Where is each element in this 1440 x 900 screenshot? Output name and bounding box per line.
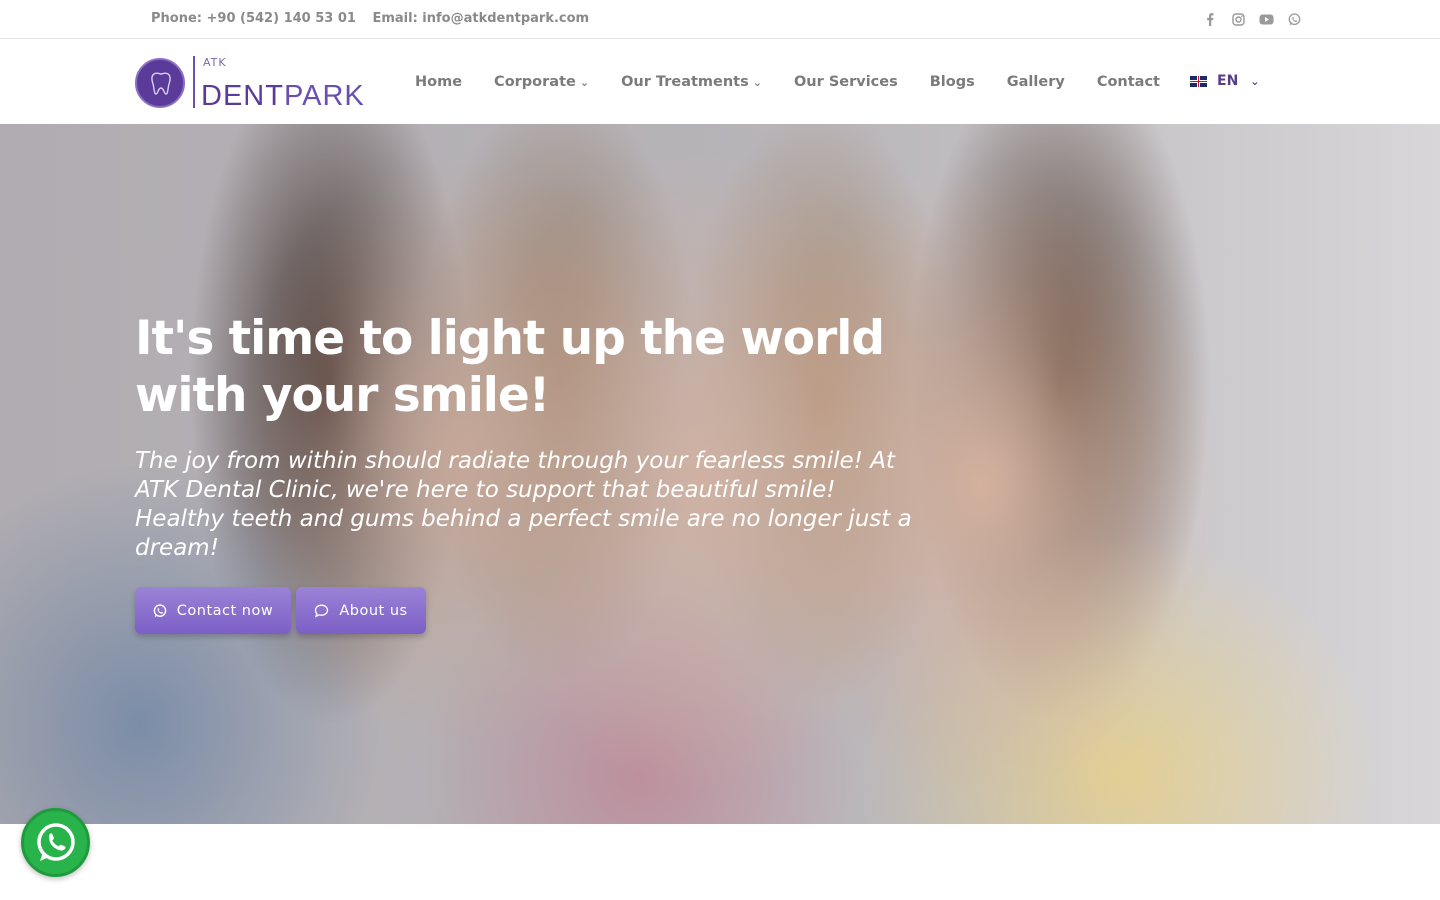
hero-title-line2: with your smile! (135, 368, 550, 423)
whatsapp-icon (36, 822, 75, 861)
hero-lead-text: The joy from within should radiate throu… (135, 448, 912, 561)
site-logo[interactable]: ATK DENTPARK (135, 56, 364, 112)
whatsapp-icon (153, 603, 167, 618)
about-us-label: About us (339, 602, 408, 619)
social-links (1200, 10, 1312, 28)
whatsapp-icon[interactable] (1284, 10, 1304, 28)
nav-blogs[interactable]: Blogs (930, 74, 975, 90)
about-us-button[interactable]: About us (296, 587, 426, 634)
logo-divider (193, 56, 195, 108)
contact-now-label: Contact now (176, 602, 274, 619)
chevron-down-icon: ⌄ (579, 75, 590, 89)
logo-atk-text: ATK (203, 56, 227, 69)
facebook-icon[interactable] (1200, 10, 1220, 28)
phone-link[interactable]: Phone: +90 (542) 140 53 01 (151, 11, 356, 26)
nav-contact[interactable]: Contact (1097, 74, 1160, 90)
email-link[interactable]: Email: info@atkdentpark.com (372, 11, 589, 26)
language-code: EN (1217, 73, 1239, 89)
nav-our-treatments[interactable]: Our Treatments ⌄ (621, 74, 762, 90)
main-nav: Home Corporate ⌄ Our Treatments ⌄ Our Serv… (415, 72, 1192, 92)
nav-label: Our Services (793, 74, 898, 90)
nav-corporate[interactable]: Corporate ⌄ (494, 74, 589, 90)
site-header: ATK DENTPARK Home Corporate ⌄ Our Treatme… (0, 39, 1440, 124)
nav-label: Home (415, 74, 463, 90)
nav-label: Our Treatments (621, 74, 749, 90)
hero-title-line1: It's time to light up the world (135, 311, 885, 366)
floating-whatsapp-button[interactable] (21, 808, 90, 877)
chat-bubble-icon (314, 604, 329, 618)
chevron-down-icon: ⌄ (1250, 74, 1260, 88)
logo-wordmark: DENTPARK (201, 80, 365, 113)
tooth-logo-icon (135, 58, 185, 108)
chevron-down-icon: ⌄ (752, 75, 762, 89)
top-bar: Phone: +90 (542) 140 53 01 Email: info@a… (0, 0, 1440, 39)
logo-park: PARK (283, 80, 365, 112)
nav-our-services[interactable]: Our Services (794, 74, 898, 90)
instagram-icon[interactable] (1228, 10, 1248, 28)
logo-dent: DENT (201, 80, 284, 112)
nav-label: Gallery (1006, 74, 1065, 90)
nav-gallery[interactable]: Gallery (1007, 74, 1065, 90)
nav-home[interactable]: Home (415, 74, 462, 90)
nav-label: Corporate (494, 74, 576, 90)
nav-label: Blogs (929, 74, 975, 90)
hero-title: It's time to light up the world with you… (135, 310, 895, 424)
nav-label: Contact (1096, 74, 1160, 90)
youtube-icon[interactable] (1256, 10, 1276, 28)
language-selector[interactable]: EN ⌄ (1190, 73, 1260, 89)
contact-info: Phone: +90 (542) 140 53 01 Email: info@a… (151, 11, 601, 26)
uk-flag-icon (1190, 75, 1207, 87)
hero-banner: It's time to light up the world with you… (0, 124, 1440, 824)
contact-now-button[interactable]: Contact now (135, 587, 291, 634)
